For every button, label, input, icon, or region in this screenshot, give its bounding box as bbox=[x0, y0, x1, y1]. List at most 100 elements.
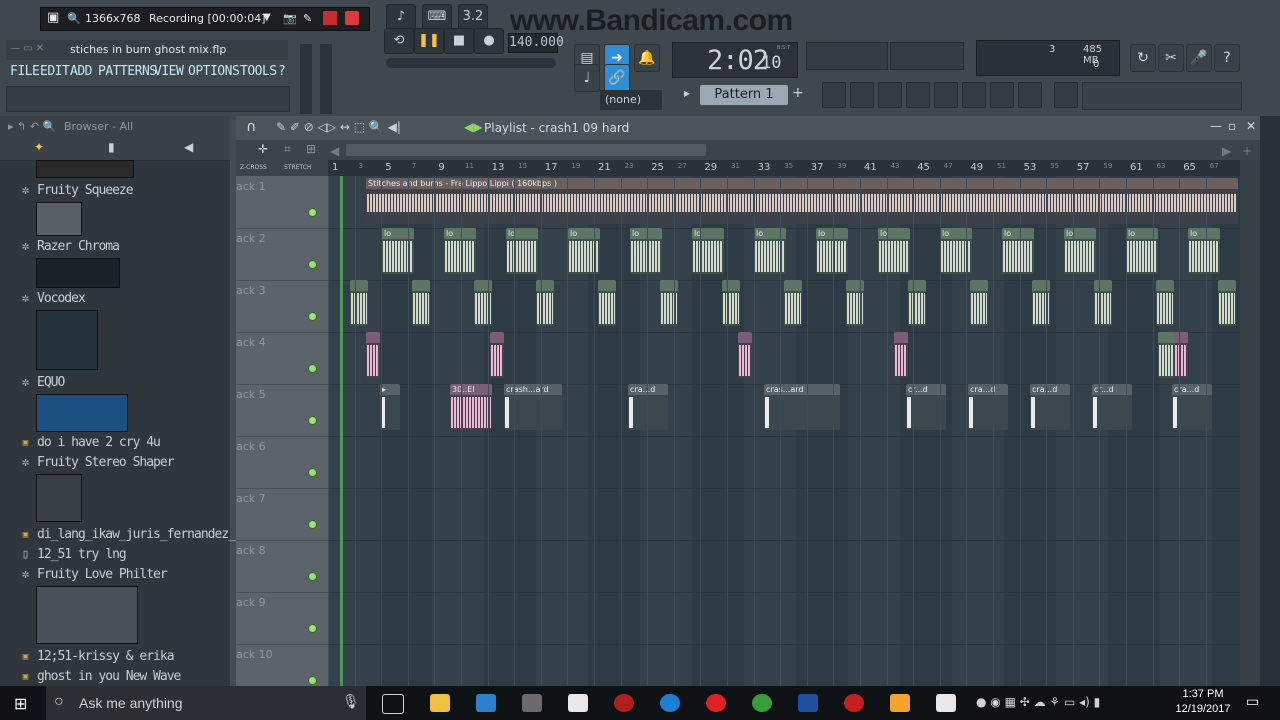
search-box[interactable]: ○ Ask me anything 🎙 bbox=[46, 686, 366, 720]
track-mute-led[interactable] bbox=[308, 624, 317, 633]
track-mute-led[interactable] bbox=[308, 312, 317, 321]
track-header[interactable]: ack 9 bbox=[236, 592, 328, 645]
countdown-icon[interactable]: 3.2 bbox=[458, 4, 488, 30]
scroll-right-icon[interactable]: ▶ bbox=[1222, 144, 1231, 158]
menu-help[interactable]: ? bbox=[278, 64, 286, 79]
recorder-icon[interactable] bbox=[844, 694, 864, 712]
track-mute-led[interactable] bbox=[308, 572, 317, 581]
tools-icon[interactable]: ✎ ✐ ⊘ ◁▷ ↔ ⬚ 🔍 ◀| bbox=[276, 120, 401, 134]
microphone-icon[interactable]: 🎤 bbox=[1186, 44, 1212, 72]
track-lane[interactable]: lo lo lo lo lo lo lo lo lo lo lo lo lo lo bbox=[328, 228, 1240, 281]
track-lane[interactable] bbox=[328, 488, 1240, 541]
download-icon[interactable] bbox=[1054, 82, 1078, 108]
timeline-ruler[interactable]: 1 3 5 7 9 11 13 15 17 19 21 23 25 27 29 31 33 35 37 39 41 43 4… bbox=[328, 160, 1240, 176]
stretch-toggle[interactable]: STRETCH bbox=[284, 164, 311, 171]
audio-clip[interactable]: lo bbox=[692, 228, 724, 274]
browser-item[interactable]: ✲ Vocodex bbox=[0, 290, 230, 308]
audio-clip[interactable]: cra...d bbox=[968, 384, 1008, 430]
track-lane[interactable] bbox=[328, 436, 1240, 489]
audio-clip[interactable]: lo bbox=[444, 228, 476, 274]
close-icon[interactable]: ✕ bbox=[1246, 119, 1256, 133]
pattern-label[interactable]: Pattern 1 bbox=[700, 85, 788, 105]
audio-clip[interactable]: cras...ard bbox=[764, 384, 840, 430]
track-lane[interactable] bbox=[328, 332, 1240, 385]
track-mute-led[interactable] bbox=[308, 520, 317, 529]
audio-clip[interactable]: lo bbox=[816, 228, 848, 274]
track-header[interactable]: ack 2 bbox=[236, 228, 328, 281]
playhead[interactable] bbox=[340, 176, 343, 686]
audio-clip[interactable]: lo bbox=[568, 228, 600, 274]
browser-item[interactable]: ✲ Fruity Squeeze bbox=[0, 182, 230, 200]
track-mute-led[interactable] bbox=[308, 468, 317, 477]
audio-clip[interactable]: lo bbox=[506, 228, 538, 274]
stop-record-button[interactable] bbox=[345, 11, 359, 25]
step-icon[interactable]: ♩ bbox=[574, 64, 600, 92]
menu-options[interactable]: OPTIONS bbox=[188, 64, 240, 79]
playlist-grid[interactable]: Stitches and burns - Fra Lippo Lippi ( 1… bbox=[328, 176, 1240, 697]
project-icon[interactable] bbox=[962, 82, 986, 108]
track-header[interactable]: ack 5 bbox=[236, 384, 328, 437]
system-tray-icon[interactable]: ● ◉ ▦ ✣ ☁ ⚘ ▭ ◂) ▮ bbox=[976, 695, 1100, 709]
browser-nav-icon[interactable]: ▸ ↰ ↶ 🔍 bbox=[8, 120, 56, 133]
audio-clip[interactable] bbox=[474, 280, 492, 326]
browser-icon[interactable] bbox=[906, 82, 930, 108]
fl-studio-icon[interactable] bbox=[890, 694, 910, 712]
loop-mode-icon[interactable]: ⟲ bbox=[384, 28, 414, 54]
audio-clip[interactable] bbox=[536, 280, 554, 326]
snap-select[interactable]: (none) bbox=[600, 90, 662, 110]
audio-clip[interactable] bbox=[970, 280, 988, 326]
track-mute-led[interactable] bbox=[308, 364, 317, 373]
video-icon[interactable] bbox=[936, 694, 956, 712]
channel-rack-icon[interactable] bbox=[850, 82, 874, 108]
notification-icon[interactable]: ▭ bbox=[1246, 694, 1259, 710]
track-header[interactable]: ack 6 bbox=[236, 436, 328, 489]
clock[interactable]: 1:37 PM 12/19/2017 bbox=[1168, 687, 1238, 717]
menu-edit[interactable]: EDIT bbox=[40, 64, 70, 79]
track-mute-led[interactable] bbox=[308, 208, 317, 217]
minimize-icon[interactable]: — bbox=[1210, 119, 1222, 133]
browser-item[interactable]: ✲ EQUO bbox=[0, 374, 230, 392]
stop-button[interactable]: ■ bbox=[444, 28, 474, 54]
browser-item[interactable]: ✲ Fruity Stereo Shaper bbox=[0, 454, 230, 472]
bell-icon[interactable]: 🔔 bbox=[634, 44, 660, 72]
search-icon[interactable]: 🔍 bbox=[67, 12, 81, 25]
song-position-slider[interactable] bbox=[386, 58, 556, 68]
audio-clip[interactable] bbox=[1094, 280, 1112, 326]
audio-clip[interactable]: lo bbox=[1188, 228, 1220, 274]
pause-record-button[interactable] bbox=[323, 11, 337, 25]
mail-icon[interactable] bbox=[476, 694, 496, 712]
chrome-icon[interactable] bbox=[752, 694, 772, 712]
audio-clip[interactable]: ▸ bbox=[380, 384, 400, 430]
audio-clip[interactable]: lo bbox=[382, 228, 414, 274]
track-mute-led[interactable] bbox=[308, 416, 317, 425]
tempo-display[interactable]: 140.000 bbox=[508, 33, 564, 53]
horizontal-scrollbar[interactable] bbox=[346, 144, 706, 156]
folder-icon[interactable]: ▮ bbox=[108, 140, 115, 154]
file-explorer-icon[interactable] bbox=[430, 694, 450, 712]
menu-add[interactable]: ADD bbox=[70, 64, 92, 79]
maximize-icon[interactable]: ▫ bbox=[1228, 119, 1236, 133]
browser-item[interactable]: ▯ 12_51 try lng bbox=[0, 546, 230, 564]
audio-clip[interactable]: 30..El bbox=[450, 384, 492, 430]
touch-icon[interactable] bbox=[1018, 82, 1042, 108]
audio-clip[interactable] bbox=[1218, 280, 1236, 326]
scroll-left-icon[interactable]: ◀ bbox=[330, 144, 339, 158]
zcross-toggle[interactable]: Z-CROSS bbox=[240, 164, 267, 171]
audio-clip[interactable] bbox=[598, 280, 616, 326]
audio-clip[interactable]: lo bbox=[630, 228, 662, 274]
browser-item[interactable]: ✲ Razer Chroma bbox=[0, 238, 230, 256]
piano-roll-icon[interactable] bbox=[878, 82, 902, 108]
scissors-icon[interactable]: ✂ bbox=[1158, 44, 1184, 72]
playlist-icon[interactable] bbox=[822, 82, 846, 108]
track-header[interactable]: ack 1 bbox=[236, 176, 328, 229]
track-mute-led[interactable] bbox=[308, 676, 317, 685]
security-icon[interactable] bbox=[614, 694, 634, 712]
link-icon[interactable]: 🔗 bbox=[604, 64, 630, 92]
task-view-icon[interactable] bbox=[382, 694, 404, 714]
track-lane[interactable] bbox=[328, 540, 1240, 593]
menu-tools[interactable]: TOOLS bbox=[240, 64, 277, 79]
audio-clip[interactable]: lo bbox=[754, 228, 786, 274]
mixer-icon[interactable] bbox=[934, 82, 958, 108]
audio-clip[interactable] bbox=[1156, 280, 1174, 326]
audio-clip[interactable] bbox=[784, 280, 802, 326]
